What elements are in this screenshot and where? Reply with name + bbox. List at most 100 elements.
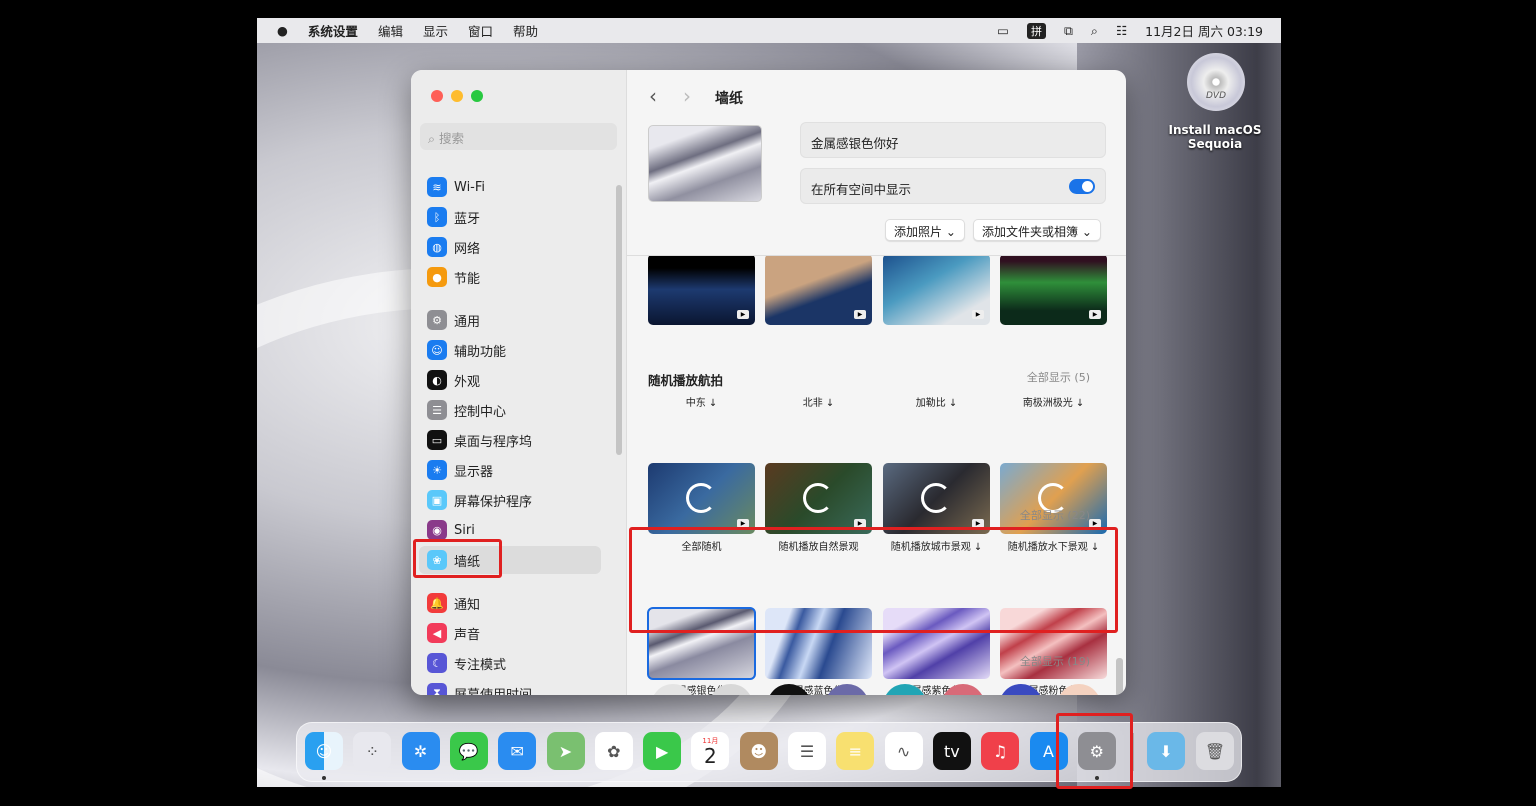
dock-launchpad-icon[interactable]: ⁘ <box>353 732 392 770</box>
sidebar-item-label: 蓝牙 <box>454 211 481 227</box>
dock-downloads-icon[interactable]: ⬇ <box>1147 732 1185 770</box>
siri-icon: ◉ <box>427 520 447 540</box>
sidebar-scrollbar[interactable] <box>616 185 622 455</box>
shuffle-thumbnail[interactable]: ▶ <box>765 463 872 534</box>
gear-icon: ⚙ <box>427 310 447 330</box>
aerial-thumbnail[interactable]: ▶ <box>765 256 872 325</box>
sidebar-item-label: 声音 <box>454 627 481 643</box>
dock-photos-icon[interactable]: ✿ <box>594 732 633 770</box>
menu-edit[interactable]: 编辑 <box>378 21 403 40</box>
add-photo-dropdown[interactable]: 添加照片 ⌄ <box>885 219 965 241</box>
dock-mail-icon[interactable]: ✉ <box>498 732 537 770</box>
sidebar-item-label: 辅助功能 <box>454 344 507 360</box>
running-indicator <box>322 776 326 780</box>
shuffle-thumbnail[interactable]: ▶ <box>1000 463 1107 534</box>
sidebar-item[interactable]: ◐ 外观 <box>419 366 601 394</box>
dock-messages-icon[interactable]: 💬 <box>449 732 488 770</box>
page-title: 墙纸 <box>715 91 743 107</box>
show-all-spaces-row: 在所有空间中显示 <box>800 168 1106 204</box>
accessibility-icon: ☺ <box>427 340 447 360</box>
shuffle-thumbnail[interactable]: ▶ <box>883 463 990 534</box>
dock-apple-tv-icon[interactable]: tv <box>932 732 971 770</box>
appearance-icon: ◐ <box>427 370 447 390</box>
sound-icon: ◀ <box>427 623 447 643</box>
sidebar-item-label: Siri <box>454 522 475 538</box>
show-all-spaces-toggle[interactable] <box>1069 179 1095 194</box>
aerial-thumbnail[interactable]: ▶ <box>883 256 990 325</box>
dock-calendar-icon[interactable]: 11月 2 <box>691 732 730 770</box>
highlight-dock-settings <box>1056 713 1133 789</box>
calendar-day: 2 <box>704 744 717 768</box>
dock-facetime-icon[interactable]: ▶ <box>643 732 682 770</box>
sidebar-item-label: Wi-Fi <box>454 179 486 195</box>
dock-music-icon[interactable]: ♫ <box>981 732 1020 770</box>
aerial-thumbnail[interactable]: ▶ <box>648 256 755 325</box>
aerial-label: 加勒比 ↓ <box>915 398 958 409</box>
close-button[interactable] <box>431 90 443 102</box>
current-wallpaper-name: 金属感银色你好 <box>800 122 1106 158</box>
screen-mirroring-icon[interactable]: ▭ <box>997 23 1009 38</box>
menu-clock[interactable]: 11月2日 周六 03:19 <box>1145 21 1263 40</box>
dvd-label[interactable]: Install macOS Sequoia <box>1160 123 1270 151</box>
minimize-button[interactable] <box>451 90 463 102</box>
shuffle-icon <box>803 483 833 513</box>
sidebar-item[interactable]: ◍ 网络 <box>419 233 601 261</box>
sidebar-item[interactable]: 🔔 通知 <box>419 589 601 617</box>
sidebar-item[interactable]: ☰ 控制中心 <box>419 396 601 424</box>
sidebar-item[interactable]: ◀ 声音 <box>419 619 601 647</box>
sidebar-item[interactable]: ▣ 屏幕保护程序 <box>419 486 601 514</box>
colors-show-all[interactable]: 全部显示 (19) <box>1020 655 1090 668</box>
dock-contacts-icon[interactable]: ☻ <box>739 732 778 770</box>
sidebar-item-label: 控制中心 <box>454 404 507 420</box>
bluetooth-icon: ᛒ <box>427 207 447 227</box>
control-center-icon[interactable]: ☷ <box>1116 23 1127 38</box>
back-button[interactable]: ‹ <box>649 84 657 108</box>
dock-safari-icon[interactable]: ✲ <box>401 732 440 770</box>
sidebar-item[interactable]: ▭ 桌面与程序坞 <box>419 426 601 454</box>
sidebar-item[interactable]: ⚙ 通用 <box>419 306 601 334</box>
sidebar-item[interactable]: ⧗ 屏幕使用时间 <box>419 679 601 695</box>
sidebar-item[interactable]: ☺ 辅助功能 <box>419 336 601 364</box>
menu-view[interactable]: 显示 <box>423 21 448 40</box>
sidebar-item-label: 外观 <box>454 374 481 390</box>
zoom-button[interactable] <box>471 90 483 102</box>
sidebar-item[interactable]: ● 节能 <box>419 263 601 291</box>
pictures-show-all[interactable]: 全部显示 (22) <box>1020 509 1090 522</box>
shuffle-thumbnail[interactable]: ▶ <box>648 463 755 534</box>
gallery-scrollbar[interactable] <box>1116 658 1123 695</box>
spotlight-search-icon[interactable]: ⌕ <box>1091 23 1098 39</box>
add-folder-dropdown[interactable]: 添加文件夹或相簿 ⌄ <box>973 219 1101 241</box>
forward-button[interactable]: › <box>683 84 691 108</box>
dock-trash-icon[interactable]: 🗑 <box>1196 732 1234 770</box>
search-input[interactable]: ⌕ 搜索 <box>420 123 617 150</box>
aerial-label: 中东 ↓ <box>685 398 718 409</box>
apple-menu-icon[interactable]: ● <box>277 23 288 38</box>
sidebar-item[interactable]: ☾ 专注模式 <box>419 649 601 677</box>
dvd-icon[interactable]: DVD <box>1187 53 1245 111</box>
dock-maps-icon[interactable]: ➤ <box>546 732 585 770</box>
dock-freeform-icon[interactable]: ∿ <box>884 732 923 770</box>
sidebar-item[interactable]: ᛒ 蓝牙 <box>419 203 601 231</box>
highlight-pictures-row <box>629 527 1118 633</box>
sidebar: ⌕ 搜索 ≋ Wi-Fi ᛒ 蓝牙 ◍ 网络 ● 节能 ⚙ 通用 ☺ 辅助功能 ◐ 外观 ☰ 控制中心 ▭ 桌面与… <box>411 70 627 695</box>
shuffle-show-all[interactable]: 全部显示 (5) <box>1027 371 1090 384</box>
sidebar-item-label: 专注模式 <box>454 657 507 673</box>
shuffle-icon <box>686 483 716 513</box>
aerial-thumbnail[interactable]: ▶ <box>1000 256 1107 325</box>
input-method-icon[interactable]: 拼 <box>1026 22 1046 39</box>
menu-help[interactable]: 帮助 <box>513 21 538 40</box>
dock-finder-icon[interactable]: ☺ <box>305 732 343 770</box>
sidebar-item-label: 通知 <box>454 597 481 613</box>
stage-manager-icon[interactable]: ⧉ <box>1064 23 1073 39</box>
dock-notes-icon[interactable]: ≡ <box>836 732 875 770</box>
shuffle-section-title: 随机播放航拍 <box>648 373 724 388</box>
dock-reminders-icon[interactable]: ☰ <box>788 732 826 770</box>
menu-window[interactable]: 窗口 <box>468 21 493 40</box>
sidebar-item-label: 屏幕使用时间 <box>454 687 533 696</box>
play-icon: ▶ <box>737 310 749 319</box>
sidebar-item-label: 网络 <box>454 241 481 257</box>
display-icon: ☀ <box>427 460 447 480</box>
sidebar-item[interactable]: ≋ Wi-Fi <box>419 173 601 201</box>
sidebar-item[interactable]: ☀ 显示器 <box>419 456 601 484</box>
menu-app-name[interactable]: 系统设置 <box>308 21 358 40</box>
